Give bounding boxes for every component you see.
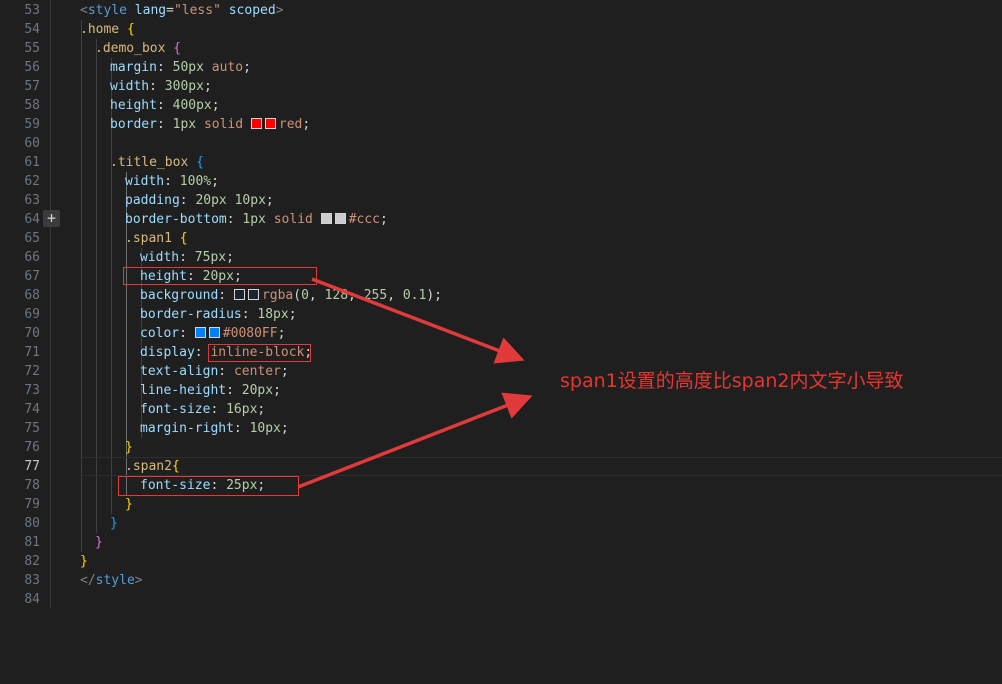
arrow-to-note-upper: [311, 277, 525, 364]
code-editor[interactable]: 53 <style lang="less" scoped> 54 .home {55.…: [0, 0, 1002, 684]
annotation-note: span1设置的高度比span2内文字小导致: [560, 370, 904, 392]
annotation-arrows: [297, 277, 533, 489]
arrow-to-note-lower: [297, 392, 533, 489]
